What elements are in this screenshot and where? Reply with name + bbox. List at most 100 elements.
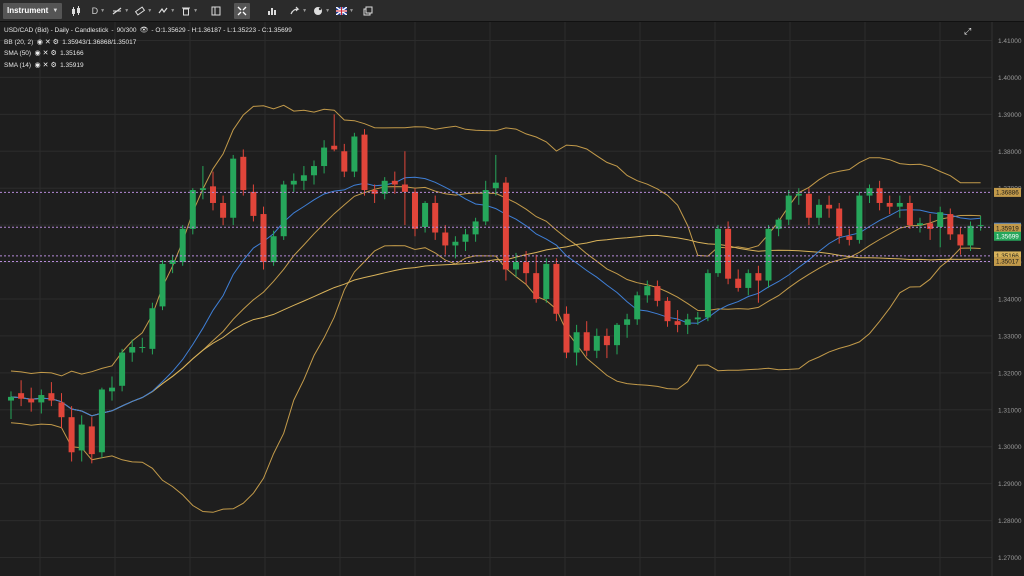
language-button[interactable]: ▼ [336,3,354,19]
eye-icon[interactable]: 👁 [139,25,148,37]
candle-down [664,300,671,322]
ruler-button[interactable]: ▼ [135,3,152,19]
price-tick-label: 1.39000 [998,112,1022,119]
price-tick-label: 1.40000 [998,75,1022,82]
layout-icon [211,6,221,15]
candles-button[interactable] [68,3,84,19]
candle-up [967,225,974,246]
gear-icon[interactable]: ⚙ [52,39,59,46]
candle-up [795,193,802,196]
candle-up [634,295,641,320]
bb-upper-line [10,104,981,377]
ruler-icon [135,5,146,16]
sma14-value: 1.35919 [60,61,84,69]
price-tick-label: 1.41000 [998,38,1022,45]
gear-icon[interactable]: ⚙ [50,62,57,69]
crosshair-icon [237,6,247,15]
candles-icon [72,5,81,16]
chart-type-icon [268,7,277,15]
price-chart[interactable]: 1.27000 1.28000 1.29000 1.30000 1.31000 1.320… [0,22,1024,576]
eye-icon[interactable]: ◉ [34,62,41,69]
eye-icon[interactable]: ◉ [34,50,41,57]
delete-button[interactable]: ▼ [181,3,198,19]
bb-lower-line [10,245,981,513]
delete-icon [182,7,191,15]
candle-down [391,180,398,185]
candle-up [715,228,721,274]
price-tick-label: 1.28000 [998,518,1022,525]
candle-down [210,186,216,203]
price-tag-label: 1.35017 [996,259,1019,266]
candle-down [48,393,55,401]
bar-count: 90/300 [116,27,137,34]
sma14-line [10,176,981,417]
share-button[interactable]: ▼ [290,3,307,19]
sma14-info-row: SMA (14) ◉ ✕ ⚙ 1.35919 [4,60,292,72]
draw-line-button[interactable]: ▼ [112,3,129,19]
candle-down [563,313,570,353]
chevron-down-icon: ▼ [302,7,308,14]
close-icon[interactable]: ✕ [44,39,51,46]
candle-up [139,347,146,349]
candle-up [624,319,631,325]
price-tick-label: 1.29000 [998,481,1022,488]
crosshair-button[interactable] [234,2,251,19]
instrument-selector[interactable]: Instrument ▼ [3,2,63,19]
chevron-down-icon: ▼ [193,7,199,14]
indicators-icon [158,7,168,13]
timeframe-label: D [91,5,99,16]
candle-up [169,260,176,264]
candle-up [684,319,691,325]
candle-up [230,158,237,218]
bb-label: BB (20, 2) [4,38,34,46]
candle-down [220,202,227,218]
popout-icon [363,6,373,15]
ohlc-values: - O:1.35629 - H:1.36187 - L:1.35223 - C:… [151,27,292,34]
candle-up [704,273,711,318]
theme-button[interactable]: ▼ [313,3,330,19]
candle-down [553,263,560,314]
chart-type-button[interactable] [264,3,280,19]
indicators-button[interactable]: ▼ [158,3,175,19]
popout-button[interactable] [360,3,376,19]
candle-up [816,204,822,218]
candle-up [38,395,45,403]
candle-up [917,223,923,226]
candle-up [644,286,651,296]
price-tick-label: 1.27000 [998,555,1022,562]
separator: - [111,27,114,34]
candle-down [836,208,843,237]
chevron-down-icon: ▼ [100,7,106,14]
chevron-down-icon: ▼ [52,7,59,14]
eye-icon[interactable]: ◉ [36,39,43,46]
candle-down [725,228,732,279]
candle-down [906,202,913,226]
price-tag-label: 1.35699 [996,234,1019,241]
candle-up [482,190,489,222]
candle-down [260,214,267,263]
candle-down [341,151,348,172]
candle-down [533,273,540,299]
language-flag-icon [336,6,348,15]
instrument-info-row: USD/CAD (Bid) - Daily - Candlestick - 90… [4,25,292,37]
layout-button[interactable] [208,3,224,19]
candle-down [674,321,681,325]
theme-icon [314,6,323,15]
close-icon[interactable]: ✕ [42,62,49,69]
candle-down [68,417,75,453]
timeframe-selector[interactable]: D ▼ [90,3,106,19]
candle-down [755,273,762,281]
candle-up [977,225,984,227]
chevron-down-icon: ▼ [124,7,130,14]
close-icon[interactable]: ✕ [42,50,49,57]
bb-info-row: BB (20, 2) ◉ ✕ ⚙ 1.35943/1.36868/1.35017 [4,37,292,49]
chevron-down-icon: ▼ [147,7,153,14]
candle-up [8,396,14,401]
candle-down [927,223,934,229]
candle-down [805,193,812,218]
info-panel: USD/CAD (Bid) - Daily - Candlestick - 90… [4,25,292,71]
gear-icon[interactable]: ⚙ [50,50,57,57]
price-tick-label: 1.31000 [998,407,1022,414]
price-tag-label: 1.35919 [996,225,1019,232]
price-tick-label: 1.33000 [998,333,1022,340]
